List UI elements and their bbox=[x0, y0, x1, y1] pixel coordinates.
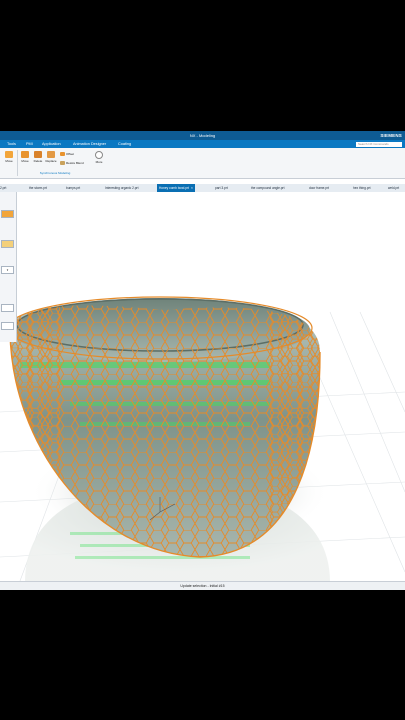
tab-file[interactable]: part 3.prt bbox=[215, 184, 228, 192]
command-search-input[interactable]: Search NX Commands bbox=[356, 141, 402, 147]
more-label: More bbox=[95, 160, 103, 164]
left-resource-bar: ▾ bbox=[0, 192, 17, 342]
window-title: NX - Modeling bbox=[189, 133, 216, 138]
move-label: Move bbox=[5, 159, 13, 163]
offset-label: Offset bbox=[66, 152, 74, 156]
dock-panel-button[interactable] bbox=[1, 304, 14, 312]
offset-region-button[interactable]: Offset bbox=[60, 152, 74, 157]
dock-dropdown-icon[interactable]: ▾ bbox=[1, 266, 14, 274]
menu-animation-designer[interactable]: Animation Designer bbox=[73, 140, 106, 148]
history-icon[interactable] bbox=[1, 240, 14, 248]
move-face-button[interactable]: Move bbox=[19, 151, 31, 163]
move-button[interactable]: Move bbox=[3, 151, 15, 163]
ribbon: Move Move Delete Replace Offset Resize B… bbox=[0, 148, 405, 179]
tab-file[interactable]: the compound angle.prt bbox=[251, 184, 285, 192]
menu-tools[interactable]: Tools bbox=[7, 140, 16, 148]
move-face-icon bbox=[21, 151, 29, 158]
menu-coating[interactable]: Coating bbox=[118, 140, 131, 148]
brand-logo: SIEMENS bbox=[380, 133, 402, 138]
nx-window: NX - Modeling SIEMENS Tools PMI Applicat… bbox=[0, 131, 405, 590]
tab-file[interactable]: bumps.prt bbox=[66, 184, 80, 192]
menu-bar: Tools PMI Application Animation Designer… bbox=[0, 140, 405, 148]
delete-face-button[interactable]: Delete bbox=[32, 151, 44, 163]
menu-application[interactable]: Application bbox=[42, 140, 61, 148]
replace-face-icon bbox=[47, 151, 55, 158]
replace-face-label: Replace bbox=[45, 159, 57, 163]
more-icon bbox=[95, 151, 103, 159]
move-icon bbox=[5, 151, 13, 158]
resize-blend-icon bbox=[60, 161, 65, 166]
tab-file[interactable]: weld.prt bbox=[388, 184, 399, 192]
tab-active-label: Honey comb bowl.prt bbox=[159, 186, 189, 190]
bowl-render bbox=[0, 296, 405, 581]
ribbon-group-label: Synchronous Modeling bbox=[39, 171, 71, 175]
offset-icon bbox=[60, 152, 65, 157]
more-button[interactable]: More bbox=[93, 151, 105, 164]
title-bar: NX - Modeling SIEMENS bbox=[0, 131, 405, 140]
resize-blend-label: Resize Blend bbox=[66, 161, 84, 165]
resize-blend-button[interactable]: Resize Blend bbox=[60, 161, 84, 166]
delete-face-label: Delete bbox=[33, 159, 43, 163]
delete-face-icon bbox=[34, 151, 42, 158]
tab-file[interactable]: Interesting organic 2.prt bbox=[105, 184, 139, 192]
tab-file[interactable]: 2.prt bbox=[0, 184, 6, 192]
menu-pmi[interactable]: PMI bbox=[26, 140, 33, 148]
graphics-viewport[interactable] bbox=[0, 192, 405, 581]
tab-file[interactable]: door frame.prt bbox=[309, 184, 329, 192]
dock-panel-button[interactable] bbox=[1, 322, 14, 330]
move-face-label: Move bbox=[21, 159, 29, 163]
tab-active-file[interactable]: Honey comb bowl.prt × bbox=[157, 184, 195, 192]
status-bar: Update selection - Initial #15 bbox=[0, 581, 405, 590]
close-icon[interactable]: × bbox=[191, 186, 193, 190]
part-navigator-icon[interactable] bbox=[1, 210, 14, 218]
tab-file[interactable]: the storm.prt bbox=[29, 184, 47, 192]
tab-file[interactable]: hex thing.prt bbox=[353, 184, 371, 192]
replace-face-button[interactable]: Replace bbox=[45, 151, 57, 163]
status-text: Update selection - Initial #15 bbox=[180, 584, 225, 588]
